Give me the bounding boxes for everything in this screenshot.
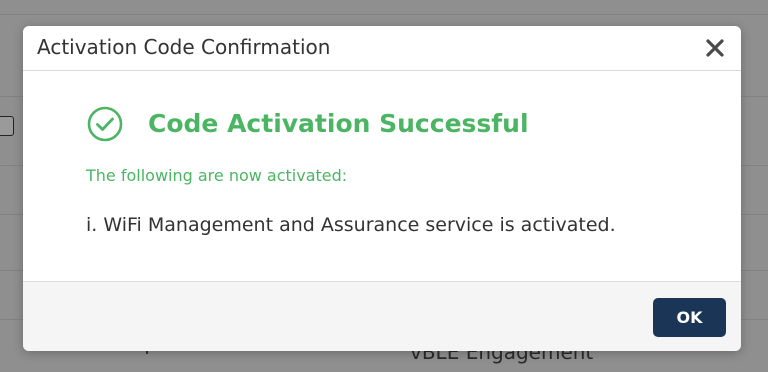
dialog-body: Code Activation Successful The following… <box>23 71 741 281</box>
background-checkbox <box>0 116 14 136</box>
dialog-header: Activation Code Confirmation <box>23 26 741 71</box>
activation-confirmation-dialog: Activation Code Confirmation Code Activa… <box>23 26 741 351</box>
check-circle-icon <box>87 106 123 142</box>
success-heading: Code Activation Successful <box>148 109 529 138</box>
activated-list-heading: The following are now activated: <box>86 166 348 185</box>
activated-list-item: i. WiFi Management and Assurance service… <box>86 214 616 236</box>
close-icon[interactable] <box>703 36 727 60</box>
ok-button[interactable]: OK <box>653 298 726 337</box>
dialog-title: Activation Code Confirmation <box>37 35 331 59</box>
background-divider <box>0 14 768 15</box>
dialog-footer: OK <box>23 281 741 351</box>
